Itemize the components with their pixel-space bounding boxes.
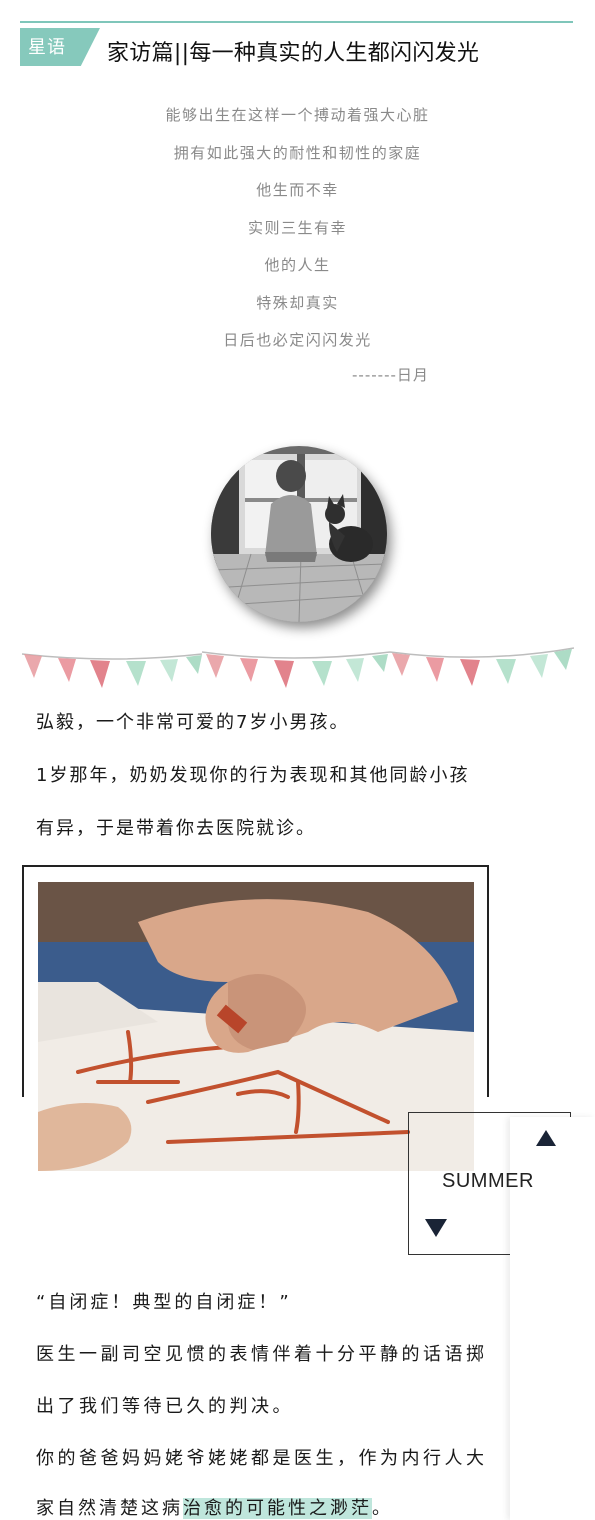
summer-label: SUMMER <box>442 1170 534 1192</box>
poem-line: 能够出生在这样一个搏动着强大心脏 <box>165 106 430 124</box>
highlighted-text: 治愈的可能性之渺茫 <box>183 1498 372 1519</box>
poem-line: 日后也必定闪闪发光 <box>223 331 372 349</box>
text-segment: 。 <box>372 1498 393 1519</box>
poem-line: 拥有如此强大的耐性和韧性的家庭 <box>173 143 422 162</box>
body-paragraph: 家自然清楚这病治愈的可能性之渺茫。 <box>36 1494 393 1520</box>
frame-right-line <box>487 865 489 1097</box>
body-paragraph: 你的爸爸妈妈姥爷姥姥都是医生，作为内行人大 <box>36 1448 488 1469</box>
frame-left-line <box>22 865 24 1097</box>
triangle-up-icon <box>536 1130 556 1146</box>
header-top-line <box>20 21 573 23</box>
poem-signature: -------日月 <box>352 366 429 384</box>
header-tag-text: 星语 <box>28 37 66 58</box>
body-paragraph: 有异，于是带着你去医院就诊。 <box>36 818 316 839</box>
text-segment: 家自然清楚这病 <box>36 1498 183 1519</box>
poem-block: 能够出生在这样一个搏动着强大心脏 拥有如此强大的耐性和韧性的家庭 他生而不幸 实… <box>0 100 595 363</box>
poem-line: 他生而不幸 <box>256 181 339 199</box>
poem-line: 特殊却真实 <box>256 293 339 312</box>
body-paragraph: 出了我们等待已久的判决。 <box>36 1396 294 1417</box>
body-paragraph: 弘毅，一个非常可爱的7岁小男孩。 <box>36 712 350 733</box>
article-title: 家访篇||每一种真实的人生都闪闪发光 <box>107 41 480 66</box>
poem-line: 实则三生有幸 <box>247 218 347 237</box>
frame-top-line <box>22 865 489 867</box>
body-paragraph: 1岁那年，奶奶发现你的行为表现和其他同龄小孩 <box>36 765 470 786</box>
bunting-decoration <box>22 647 574 688</box>
body-paragraph: 医生一副司空见惯的表情伴着十分平静的话语掷 <box>36 1344 488 1365</box>
body-quote: “自闭症！典型的自闭症！” <box>36 1292 292 1313</box>
triangle-down-icon <box>425 1219 447 1237</box>
child-and-cat-photo <box>211 446 387 622</box>
poem-line: 他的人生 <box>264 256 331 274</box>
